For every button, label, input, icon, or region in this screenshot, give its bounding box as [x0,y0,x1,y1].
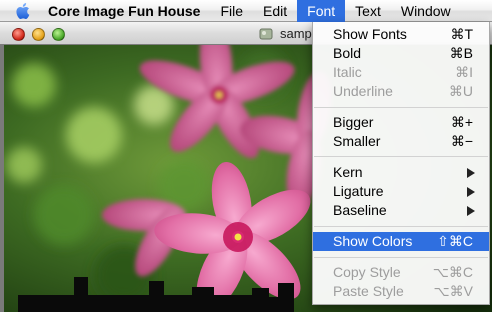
menu-item-shortcut: ⌘I [455,64,473,80]
menu-separator [314,156,488,157]
menu-item-label: Italic [333,64,362,80]
menu-separator [314,226,488,227]
menu-item-label: Bold [333,45,362,61]
menu-app-name[interactable]: Core Image Fun House [42,0,210,22]
close-window-button[interactable] [12,28,25,41]
menu-item-shortcut: ⌥⌘C [432,264,473,280]
menu-item-label: Ligature [333,183,384,199]
menu-item-baseline[interactable]: Baseline [313,201,489,220]
font-menu-dropdown: Show Fonts ⌘T Bold ⌘B Italic ⌘I Underlin… [312,22,490,305]
submenu-arrow-icon [467,187,475,197]
menu-item-bigger[interactable]: Bigger ⌘+ [313,113,489,132]
menu-item-label: Copy Style [333,264,401,280]
menu-item-bold[interactable]: Bold ⌘B [313,44,489,63]
submenu-arrow-icon [467,206,475,216]
menu-item-shortcut: ⌘T [450,26,473,42]
menu-item-shortcut: ⌘− [450,133,473,149]
menu-item-kern[interactable]: Kern [313,163,489,182]
menu-item-paste-style: Paste Style ⌥⌘V [313,282,489,301]
menu-separator [314,107,488,108]
minimize-window-button[interactable] [32,28,45,41]
menu-edit[interactable]: Edit [253,0,297,22]
menu-item-label: Smaller [333,133,381,149]
submenu-arrow-icon [467,168,475,178]
menu-item-shortcut: ⌘+ [450,114,473,130]
menu-item-show-fonts[interactable]: Show Fonts ⌘T [313,25,489,44]
menu-item-shortcut: ⇧⌘C [437,233,473,249]
menu-separator [314,257,488,258]
menu-item-shortcut: ⌘B [449,45,473,61]
apple-menu-icon[interactable] [14,0,34,22]
menu-item-copy-style: Copy Style ⌥⌘C [313,263,489,282]
menu-item-label: Show Colors [333,233,413,249]
document-proxy-icon[interactable] [259,27,273,41]
menu-item-shortcut: ⌥⌘V [433,283,473,299]
zoom-window-button[interactable] [52,28,65,41]
menu-font[interactable]: Font [297,0,346,22]
menu-item-label: Kern [333,164,363,180]
menu-file[interactable]: File [210,0,253,22]
menu-item-show-colors[interactable]: Show Colors ⇧⌘C [313,232,489,251]
menu-window[interactable]: Window [391,0,461,22]
menu-item-smaller[interactable]: Smaller ⌘− [313,132,489,151]
menu-item-label: Show Fonts [333,26,407,42]
menu-item-underline: Underline ⌘U [313,82,489,101]
menu-item-label: Underline [333,83,393,99]
window-title: samp [280,26,312,41]
menu-item-label: Paste Style [333,283,404,299]
menu-text[interactable]: Text [345,0,391,22]
menu-item-shortcut: ⌘U [448,83,473,99]
menu-item-italic: Italic ⌘I [313,63,489,82]
menu-bar: Core Image Fun House File Edit Font Text… [0,0,492,22]
menu-item-ligature[interactable]: Ligature [313,182,489,201]
menu-item-label: Bigger [333,114,374,130]
menu-item-label: Baseline [333,202,387,218]
